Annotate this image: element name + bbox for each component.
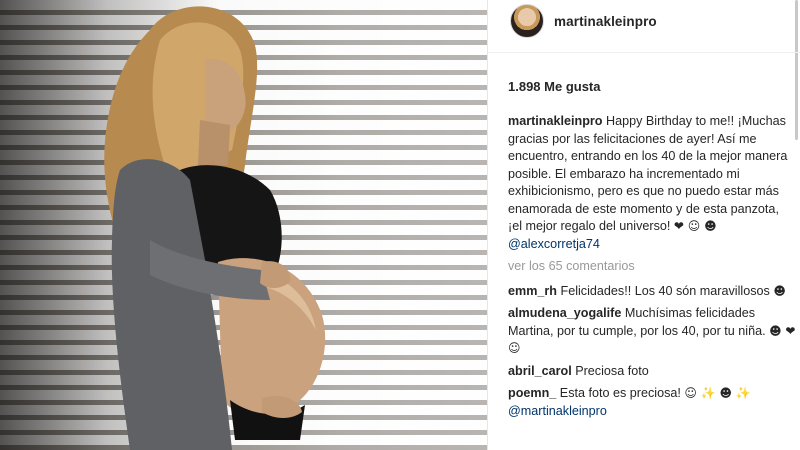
caption-mention[interactable]: @alexcorretja74 [508,237,600,251]
comment-username[interactable]: poemn_ [508,386,556,400]
comment-text: Preciosa foto [575,363,649,378]
comments-list: martinakleinpro Happy Birthday to me!! ¡… [508,113,796,425]
comment-item: abril_carol Preciosa foto [508,363,796,381]
comment-username[interactable]: almudena_yogalife [508,306,621,320]
caption-text: Happy Birthday to me!! ¡Muchas gracias p… [508,114,788,233]
comment-text: Felicidades!! Los 40 són maravillosos [560,283,770,298]
view-all-comments-link[interactable]: ver los 65 comentarios [508,258,796,276]
header-divider [488,52,800,53]
comment-item: poemn_ Esta foto es preciosa! ☺ ✨ ☻ ✨ @m… [508,385,796,420]
comment-emojis: ☻ [773,283,786,298]
pregnant-woman-illustration [104,6,326,450]
comment-username[interactable]: abril_carol [508,364,572,378]
comment-item: emm_rh Felicidades!! Los 40 són maravill… [508,283,796,301]
post-username[interactable]: martinakleinpro [554,14,657,29]
comment-item: almudena_yogalife Muchísimas felicidades… [508,305,796,358]
caption-emojis: ❤ ☺ ☻ [673,219,717,233]
post-header: martinakleinpro [488,0,800,42]
post-details-panel: martinakleinpro 1.898 Me gusta martinakl… [487,0,800,450]
comment-text: Esta foto es preciosa! [559,386,681,400]
comment-mention[interactable]: @martinakleinpro [508,404,607,418]
caption-username[interactable]: martinakleinpro [508,114,602,128]
comment-username[interactable]: emm_rh [508,284,557,298]
likes-count[interactable]: 1.898 Me gusta [508,79,601,94]
profile-avatar[interactable] [510,4,544,38]
comment-emojis: ☺ ✨ ☻ ✨ [684,386,751,400]
caption: martinakleinpro Happy Birthday to me!! ¡… [508,113,796,253]
post-photo[interactable] [0,0,487,450]
